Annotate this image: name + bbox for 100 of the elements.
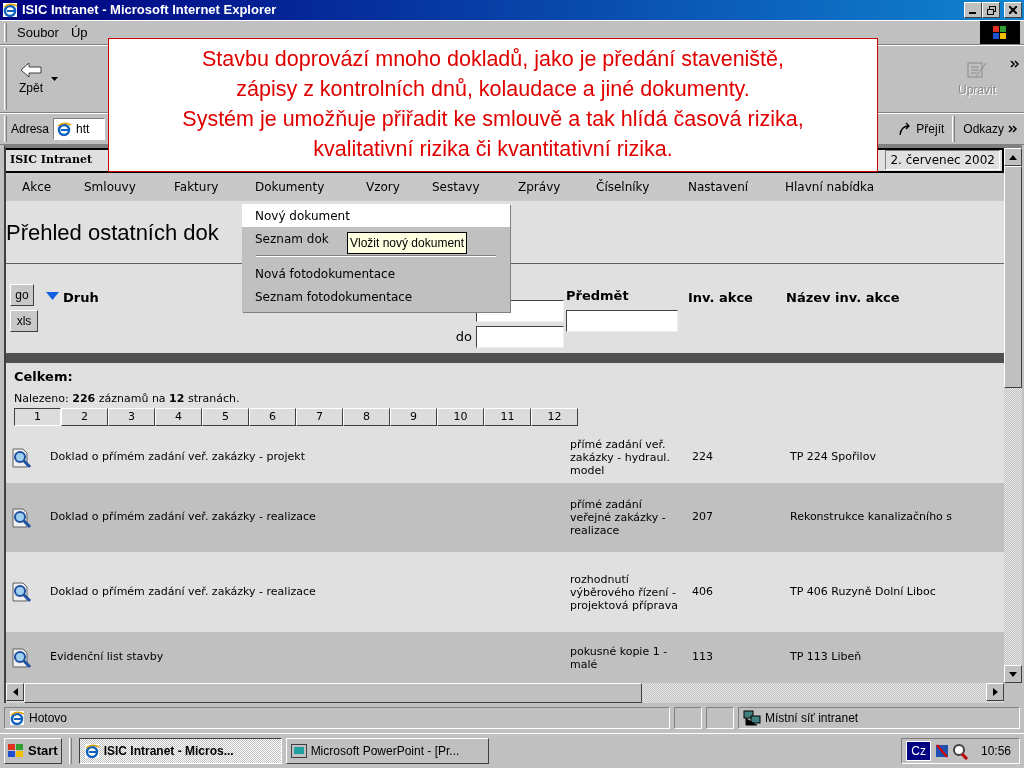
table-cell-text: 406 [692,583,713,600]
tray-icon[interactable] [934,742,969,760]
menu-item[interactable]: Nový dokument [242,204,510,227]
page-button[interactable]: 11 [484,408,531,426]
page-button[interactable]: 12 [531,408,578,426]
table-cell-text: TP 406 Ruzyně Dolní Liboc [790,583,936,600]
table-cell: Doklad o přímém zadání veř. zakázky - realizace [50,509,316,526]
column-header[interactable]: Název inv. akce [786,290,900,306]
language-indicator[interactable]: Cz [906,741,931,761]
menu-item[interactable]: Soubor [11,22,65,43]
page-button[interactable]: 5 [202,408,249,426]
scroll-left-icon[interactable] [12,688,18,696]
date-to-label: do [455,328,472,347]
page-button[interactable]: 6 [249,408,296,426]
table-cell: 224 [692,449,713,466]
callout-text: kvalitativní rizika či kvantitativní rizika. [312,136,674,163]
nav-menu-item[interactable]: Akce [22,177,84,196]
taskbar-button[interactable]: ISIC Intranet - Micros... [78,738,282,764]
column-header[interactable]: Inv. akce [688,290,753,306]
menu-item[interactable]: Úp [64,22,94,43]
window-title: ISIC Intranet - Microsoft Internet Explorer [22,1,278,20]
column-header[interactable]: Druh [63,288,99,308]
callout-text: Stavbu doprovází mnoho dokladů, jako je předání staveniště, [200,46,786,73]
table-cell-text: rozhodnutí výběrového řízení - projektová příprava [570,572,680,612]
nav-menu-item[interactable]: Faktury [174,177,255,196]
table-cell: TP 224 Spořilov [790,449,876,466]
chevron-icon[interactable] [1008,125,1018,133]
page-icon [9,710,25,726]
clock: 10:56 [980,743,1011,760]
menu-item[interactable]: Seznam fotodokumentace [255,287,413,306]
page-button[interactable]: 9 [390,408,437,426]
page-button[interactable]: 10 [437,408,484,426]
horizontal-scrollbar[interactable] [6,683,1022,703]
page-icon [56,121,73,137]
toolbar-button[interactable]: Zpět [11,59,51,99]
table-cell-text: přímé zadání veř. zakázky - hydraul. model [570,438,671,477]
restore-button[interactable] [982,2,1000,18]
document-search-icon[interactable] [10,506,32,529]
callout-text: Systém je umožňuje přiřadit ke smlouvě a tak hlídá časová rizika, [181,106,805,133]
browser-icon [2,2,18,18]
filter-button[interactable]: go [10,284,34,307]
nav-menu-item[interactable]: Číselníky [596,177,688,196]
nav-menu-item[interactable]: Hlavní nabídka [785,177,905,196]
page-button[interactable]: 7 [296,408,343,426]
address-label: Adresa [11,121,50,138]
table-cell: Rekonstrukce kanalizačního s [790,509,953,526]
start-button[interactable]: Start [4,738,62,764]
status-panel [674,707,702,729]
security-zone: Místní síť intranet [765,710,859,727]
browser-icon [83,743,100,759]
dropdown-caret-icon [51,77,58,81]
document-search-icon[interactable] [10,581,32,603]
back-arrow-icon [20,61,42,79]
scroll-down-icon[interactable] [1009,671,1017,677]
page-button[interactable]: 1 [14,408,61,426]
scroll-right-icon[interactable] [992,688,998,696]
page-button[interactable]: 4 [155,408,202,426]
results-summary: Nalezeno: 226 záznamů na 12 stranách. [14,390,241,407]
scroll-up-icon[interactable] [1009,154,1017,160]
go-button[interactable]: Přejít [894,120,949,138]
nav-menu-item[interactable]: Nastavení [688,177,785,196]
table-cell: 113 [692,649,713,666]
edit-icon [966,59,988,81]
nav-menu-item[interactable]: Dokumenty [255,177,366,196]
page-button[interactable]: 3 [108,408,155,426]
page-button[interactable]: 2 [61,408,108,426]
date-to-field[interactable] [476,326,564,349]
sort-arrow-icon[interactable] [46,292,59,301]
nav-menu-item[interactable]: Zprávy [518,177,596,196]
links-button[interactable]: Odkazy [959,120,1008,138]
page-button[interactable]: 8 [343,408,390,426]
nav-menu-item[interactable]: Vzory [366,177,432,196]
page-title: ISIC Intranet [10,152,93,169]
vertical-scrollbar[interactable] [1004,148,1022,683]
summary-title: Celkem: [14,368,74,386]
taskbar-button[interactable]: Microsoft PowerPoint - [Pr... [285,738,489,764]
windows-flag-icon [8,744,24,758]
tooltip: Vložit nový dokument [347,232,468,254]
nav-menu-item[interactable]: Smlouvy [84,177,174,196]
close-icon [1009,6,1017,14]
menu-item[interactable]: Seznam dok [255,229,329,248]
table-cell-text: přímé zadání veřejné zakázky - realizace [570,498,667,537]
table-cell-text: pokusné kopie 1 - malé [570,644,669,671]
table-cell: TP 113 Libeň [790,649,862,666]
minimize-button[interactable] [964,2,982,18]
close-button[interactable] [1004,2,1022,18]
table-cell: Doklad o přímém zadání veř. zakázky - projekt [50,449,306,466]
subject-field[interactable] [566,309,678,332]
menu-item[interactable]: Nová fotodokumentace [255,264,396,283]
column-header[interactable]: Předmět [566,286,686,306]
table-cell: 207 [692,509,713,526]
document-search-icon[interactable] [10,646,32,669]
page-heading: Přehled ostatních dok [6,218,219,247]
address-field[interactable]: htt [53,118,106,140]
status-text: Hotovo [29,710,68,727]
filter-button[interactable]: xls [10,310,38,333]
document-search-icon[interactable] [10,446,32,469]
chevron-icon[interactable] [1010,60,1020,68]
nav-menu-item[interactable]: Sestavy [432,177,518,196]
date-label: 2. červenec 2002 [885,150,1000,171]
